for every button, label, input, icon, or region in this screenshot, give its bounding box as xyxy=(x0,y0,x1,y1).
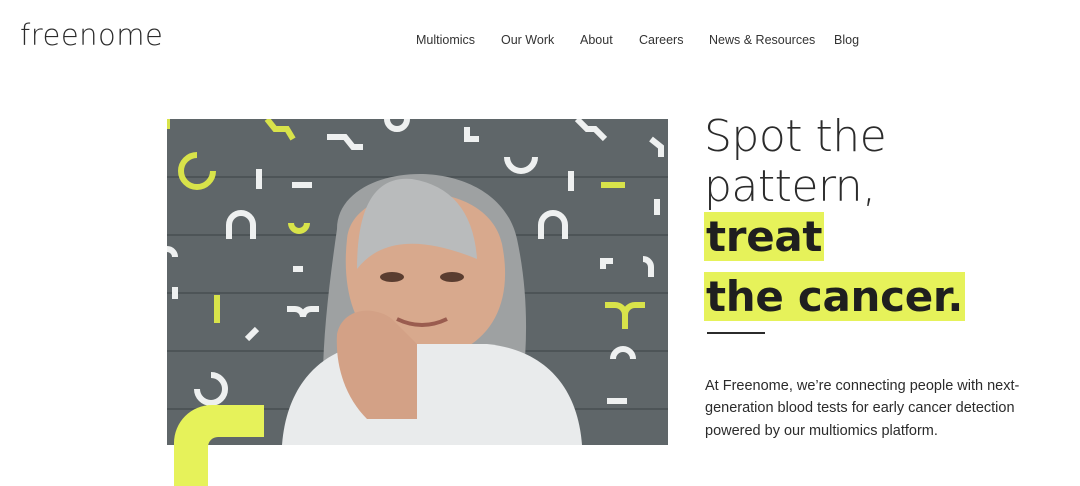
nav-item-our-work[interactable]: Our Work xyxy=(501,30,554,50)
hero-headline: Spot the pattern, treat the cancer. xyxy=(704,112,1064,332)
headline-line-4: the cancer. xyxy=(704,272,1064,332)
nav-item-careers[interactable]: Careers xyxy=(639,30,683,50)
headline-line-1: Spot the xyxy=(704,111,887,162)
nav-item-multiomics[interactable]: Multiomics xyxy=(416,30,475,50)
nav-item-blog[interactable]: Blog xyxy=(834,30,859,50)
headline-line-2: pattern, xyxy=(704,161,876,212)
main-nav: Multiomics Our Work About Careers News &… xyxy=(0,30,1080,50)
headline-divider xyxy=(707,332,765,334)
headline-highlight-1: treat xyxy=(704,212,825,261)
nav-item-about[interactable]: About xyxy=(580,30,613,50)
headline-highlight-2: the cancer. xyxy=(704,272,965,321)
headline-line-3: treat xyxy=(704,212,1064,272)
hero-image xyxy=(167,119,668,445)
hero-description: At Freenome, we’re connecting people wit… xyxy=(705,377,1020,439)
yellow-corner-accent xyxy=(174,405,264,486)
nav-item-news-resources[interactable]: News & Resources xyxy=(709,30,815,50)
